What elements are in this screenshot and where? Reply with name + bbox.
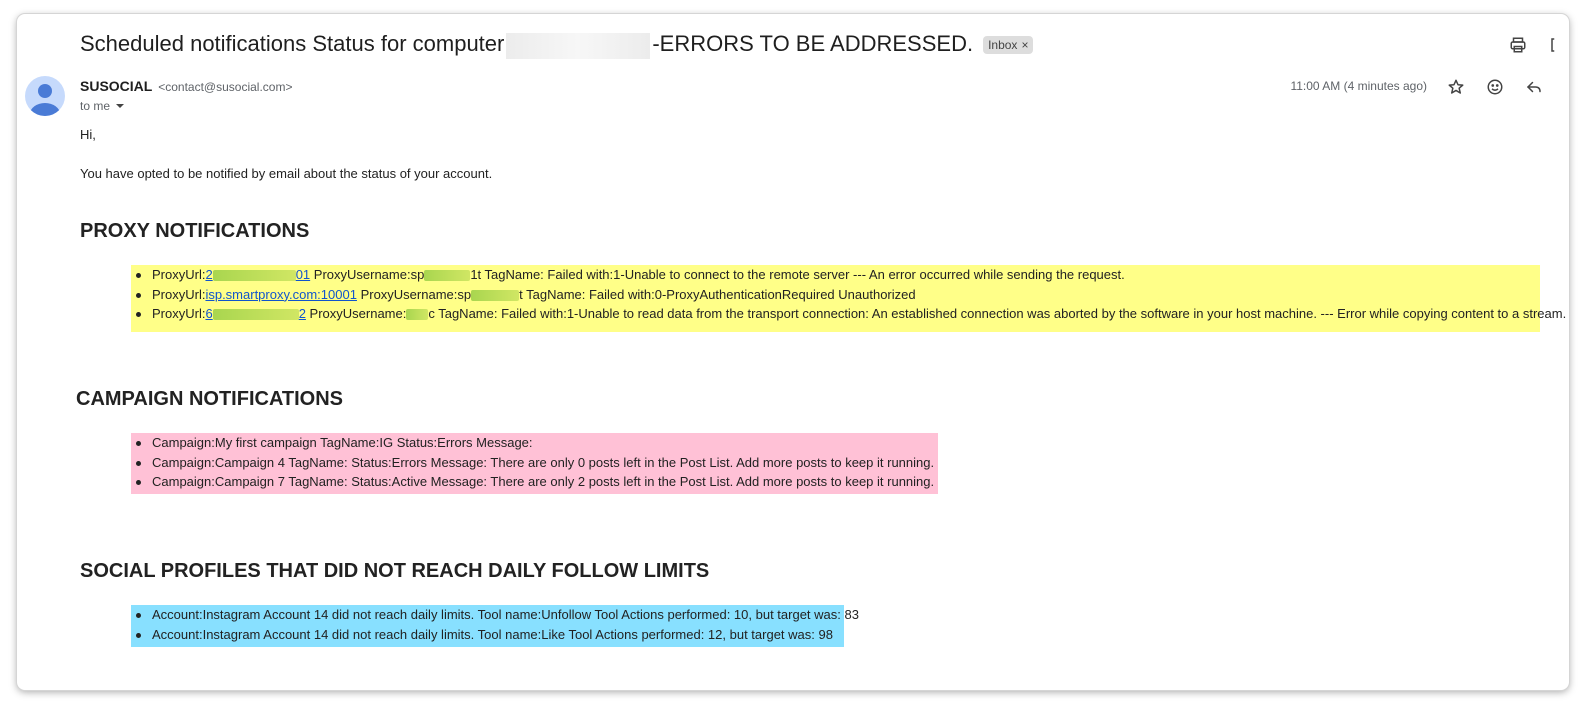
list-item: Account:Instagram Account 14 did not rea… <box>136 605 859 625</box>
proxy-heading: PROXY NOTIFICATIONS <box>80 220 310 242</box>
message-actions <box>1445 76 1545 98</box>
list-item: Campaign:Campaign 4 TagName: Status:Erro… <box>135 453 934 473</box>
social-list: Account:Instagram Account 14 did not rea… <box>131 605 859 647</box>
redacted-username <box>471 289 520 301</box>
intro-text: You have opted to be notified by email a… <box>80 166 493 181</box>
top-toolbar <box>1507 34 1569 56</box>
sender-line: SUSOCIAL <contact@susocial.com> <box>80 78 292 94</box>
timestamp: 11:00 AM (4 minutes ago) <box>1290 79 1427 93</box>
subject-row: Scheduled notifications Status for compu… <box>80 28 1034 62</box>
proxy-list: ProxyUrl:2 01 ProxyUsername:sp 1t TagName:… <box>131 265 1566 332</box>
printer-icon[interactable] <box>1507 34 1529 56</box>
sender-name: SUSOCIAL <box>80 78 153 94</box>
campaign-heading: CAMPAIGN NOTIFICATIONS <box>76 388 344 410</box>
redacted-computer-name <box>506 32 651 59</box>
campaign-list: Campaign:My first campaign TagName:IG St… <box>131 433 939 494</box>
subject-title: Scheduled notifications Status for compu… <box>80 31 973 59</box>
proxy-url-link[interactable]: 62 <box>205 306 305 321</box>
chevron-down-icon[interactable] <box>114 100 126 112</box>
redacted-username <box>406 309 429 321</box>
list-item: Account:Instagram Account 14 did not rea… <box>136 625 840 645</box>
redacted-url <box>212 270 296 282</box>
list-item: ProxyUrl:2 01 ProxyUsername:sp 1t TagName:… <box>136 265 1536 285</box>
recipient-dropdown[interactable]: to me <box>80 99 126 113</box>
emoji-icon[interactable] <box>1484 76 1506 98</box>
list-item: Campaign:Campaign 7 TagName: Status:Acti… <box>135 472 934 492</box>
reply-icon[interactable] <box>1523 76 1545 98</box>
inbox-label-chip[interactable]: Inbox × <box>983 36 1034 54</box>
redacted-url <box>212 309 299 321</box>
social-heading: SOCIAL PROFILES THAT DID NOT REACH DAILY… <box>80 560 710 582</box>
star-icon[interactable] <box>1445 76 1467 98</box>
list-item: Campaign:My first campaign TagName:IG St… <box>135 433 934 453</box>
email-view: Scheduled notifications Status for compu… <box>17 14 1569 690</box>
remove-label-icon[interactable]: × <box>1021 38 1028 52</box>
list-item: ProxyUrl:isp.smartproxy.com:10001 ProxyU… <box>136 285 1536 305</box>
list-item: ProxyUrl:6 2 ProxyUsername: c TagName: Fai… <box>136 304 1566 324</box>
open-in-new-icon[interactable] <box>1547 34 1569 56</box>
greeting: Hi, <box>80 127 96 142</box>
avatar[interactable] <box>25 76 65 116</box>
proxy-url-link[interactable]: isp.smartproxy.com:10001 <box>205 287 357 302</box>
proxy-url-link[interactable]: 2 01 <box>205 267 310 282</box>
redacted-username <box>424 270 471 282</box>
sender-email: <contact@susocial.com> <box>158 80 293 94</box>
